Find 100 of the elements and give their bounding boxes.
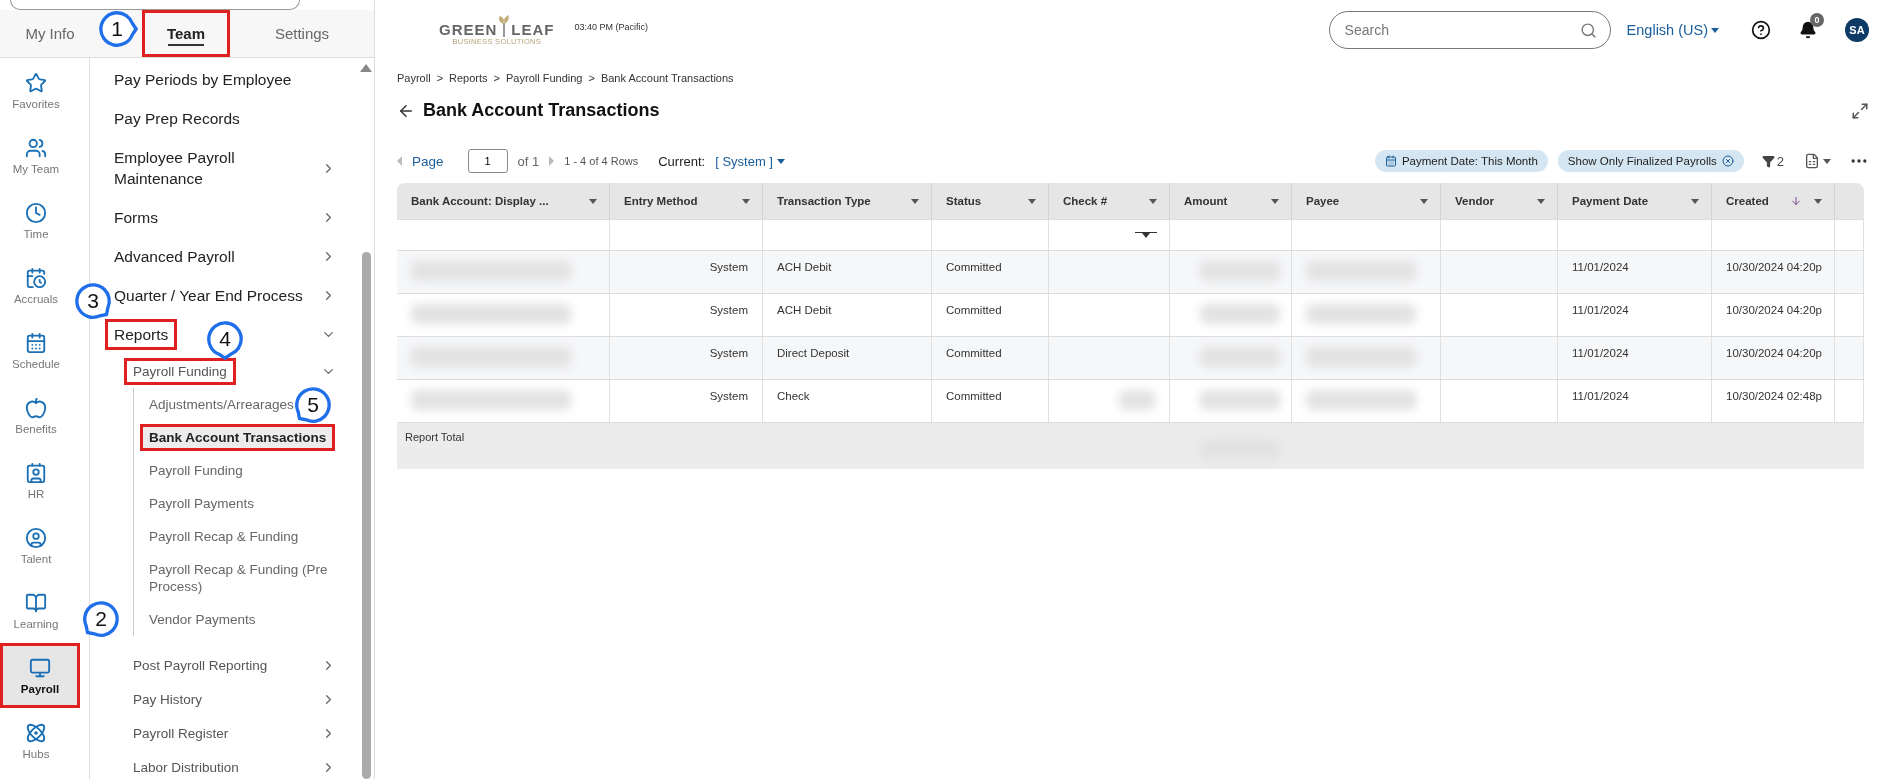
menu-item[interactable]: Payroll Register [133, 724, 229, 742]
filter-chip[interactable]: Payment Date: This Month [1374, 150, 1548, 172]
column-header[interactable]: Transaction Type [763, 183, 932, 219]
search-field[interactable]: Search [1328, 11, 1611, 49]
menu-item[interactable]: Payroll Funding [124, 357, 236, 385]
people-icon [25, 136, 47, 159]
caret-icon[interactable] [1149, 198, 1157, 204]
table-cell: Committed [932, 337, 1049, 379]
menu-item[interactable]: Advanced Payroll [114, 246, 235, 267]
column-header[interactable]: Payment Date [1558, 183, 1712, 219]
menu-item[interactable]: Payroll Funding [149, 462, 243, 479]
nav-item[interactable]: Schedule [0, 318, 72, 383]
breadcrumb-link[interactable]: Bank Account Transactions [600, 72, 734, 84]
caret-icon[interactable] [1028, 198, 1036, 204]
caret-icon[interactable] [589, 198, 597, 204]
breadcrumb-separator: > [436, 72, 444, 84]
table-cell: 11/01/2024 [1558, 380, 1712, 422]
column-header[interactable]: Check # [1049, 183, 1170, 219]
column-header[interactable]: Status [932, 183, 1049, 219]
contact-card-icon [25, 461, 47, 484]
caret-icon[interactable] [742, 198, 750, 204]
book-icon [25, 591, 47, 614]
tab[interactable]: Settings [230, 10, 374, 57]
report-total-label: Report Total [404, 430, 466, 445]
menu-item[interactable]: Labor Distribution [133, 758, 239, 776]
table-cell: 11/01/2024 [1558, 294, 1712, 336]
nav-item[interactable]: HR [0, 448, 72, 513]
table-cell: System [610, 380, 763, 422]
calendar-clock-icon [25, 266, 47, 289]
person-circle-icon [25, 526, 47, 549]
caret-icon[interactable] [1814, 198, 1822, 204]
menu-item[interactable]: Payroll Recap & Funding [149, 528, 299, 545]
help-icon[interactable] [1751, 20, 1771, 40]
page-title: Bank Account Transactions [423, 100, 661, 121]
filter-chip[interactable]: Show Only Finalized Payrolls [1557, 150, 1744, 172]
table-cell: Committed [932, 251, 1049, 293]
sort-arrow-icon [1790, 195, 1802, 207]
close-icon[interactable] [1721, 155, 1734, 167]
breadcrumb-link[interactable]: Payroll [397, 72, 431, 84]
page-count: of 1 [517, 153, 540, 169]
nav-item[interactable]: Hubs [0, 708, 72, 773]
caret-icon[interactable] [1271, 198, 1279, 204]
column-header[interactable]: Created [1712, 183, 1835, 219]
table-cell: Committed [932, 380, 1049, 422]
filter-button[interactable]: 2 [1761, 153, 1784, 169]
expand-icon[interactable] [1851, 101, 1869, 120]
menu-item[interactable]: Forms [114, 207, 158, 228]
nav-item[interactable]: Learning [0, 578, 72, 643]
tab[interactable]: Team [142, 10, 230, 57]
calendar-icon [25, 331, 47, 354]
caret-icon[interactable] [1420, 198, 1428, 204]
nav-item[interactable]: Talent [0, 513, 72, 578]
menu-item[interactable]: Payroll Payments [149, 495, 255, 512]
page-input[interactable]: 1 [467, 149, 508, 173]
language-dropdown[interactable]: English (US) [1626, 22, 1719, 38]
nav-item[interactable]: Accruals [0, 253, 72, 318]
clock-icon [25, 201, 47, 224]
menu-item[interactable]: Bank Account Transactions [140, 424, 336, 451]
export-button[interactable] [1804, 153, 1831, 169]
caret-icon[interactable] [1691, 198, 1699, 204]
callout-marker: 4 [204, 318, 246, 360]
clock-text: 03:40 PM (Pacific) [574, 22, 649, 32]
nav-item[interactable]: Time [0, 188, 72, 253]
menu-item[interactable]: Adjustments/Arrearages [149, 396, 294, 413]
breadcrumb-link[interactable]: Payroll Funding [506, 72, 583, 84]
table-cell: 11/01/2024 [1558, 251, 1712, 293]
search-icon[interactable] [1579, 21, 1597, 39]
table-cell: Direct Deposit [763, 337, 932, 379]
column-header[interactable]: Entry Method [610, 183, 763, 219]
callout-marker: 3 [72, 280, 114, 322]
column-header[interactable]: Bank Account: Display ... [397, 183, 610, 219]
page-link[interactable]: Page [412, 153, 444, 169]
menu-item[interactable]: Quarter / Year End Process [114, 285, 303, 306]
breadcrumb-link[interactable]: Reports [449, 72, 488, 84]
view-dropdown[interactable]: [ System ] [715, 153, 785, 169]
menu-item[interactable]: Pay Periods by Employee [114, 69, 292, 90]
menu-item[interactable]: Pay History [133, 690, 203, 708]
nav-item[interactable]: Favorites [0, 58, 72, 123]
table-cell: Committed [932, 294, 1049, 336]
callout-marker: 1 [96, 8, 138, 50]
menu-item[interactable]: Reports [105, 319, 178, 350]
column-header[interactable]: Vendor [1441, 183, 1558, 219]
user-avatar[interactable]: SA [1845, 18, 1869, 42]
menu-item[interactable]: Employee Payroll Maintenance [114, 147, 304, 189]
nav-item[interactable]: My Team [0, 123, 72, 188]
table-cell: System [610, 337, 763, 379]
menu-item[interactable]: Post Payroll Reporting [133, 656, 268, 674]
nav-item[interactable]: Payroll [0, 643, 80, 708]
bell-icon[interactable] [1799, 21, 1817, 39]
caret-icon[interactable] [1537, 198, 1545, 204]
menu-item[interactable]: Vendor Payments [149, 611, 256, 628]
column-header[interactable]: Payee [1292, 183, 1441, 219]
table-cell: 10/30/2024 04:20p [1712, 251, 1835, 293]
column-header[interactable]: Amount [1170, 183, 1292, 219]
menu-item[interactable]: Pay Prep Records [114, 108, 240, 129]
nav-item[interactable]: Benefits [0, 383, 72, 448]
menu-item[interactable]: Payroll Recap & Funding (Pre Process) [149, 561, 336, 595]
caret-icon[interactable] [911, 198, 919, 204]
callout-marker: 2 [80, 598, 122, 640]
table-cell: System [610, 294, 763, 336]
